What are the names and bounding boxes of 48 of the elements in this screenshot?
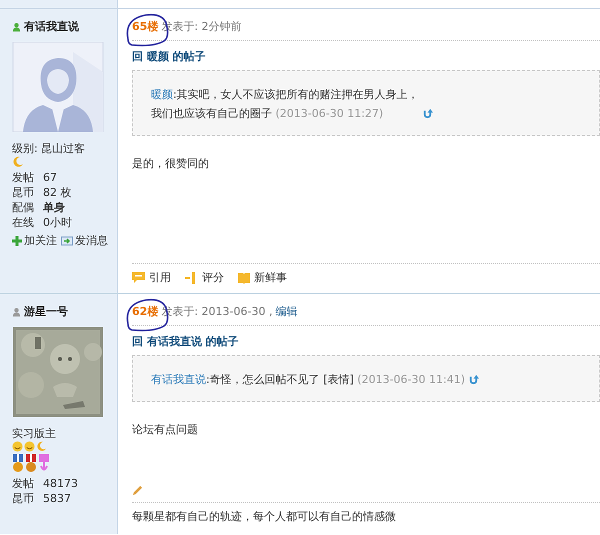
quote-author-link[interactable]: 暖颜 [151,88,173,101]
username[interactable]: 游星一号 [24,304,68,319]
moon-icon [12,156,24,168]
post-action[interactable]: 引用 [149,270,171,285]
medal-icon [25,454,37,474]
smiley-icon [24,441,35,452]
plus-one-icon [185,272,198,284]
post-action[interactable]: 评分 [202,270,224,285]
book-icon [238,272,250,284]
reply-title[interactable]: 回 暖颜 的帖子 [132,49,600,64]
smiley-icon [12,441,23,452]
plus-icon [12,236,22,246]
rank-label: 级别: 昆山过客 [12,142,86,156]
post-action[interactable]: 新鲜事 [254,270,287,285]
stat-label: 在线 [12,215,34,230]
signature: 每颗星都有自己的轨迹，每个人都可以有自己的情感微 [132,502,600,524]
arrow-icon[interactable] [468,374,480,385]
floor-number: 65楼 [132,19,158,34]
rank-label: 实习版主 [12,427,57,441]
stat-value: 单身 [43,200,65,215]
stat-value: 67 [43,170,57,185]
stat-label: 昆币 [12,185,34,200]
edit-link[interactable]: 编辑 [275,304,298,319]
floor-number: 62楼 [132,304,158,319]
stat-value: 48173 [43,476,78,491]
arrow-icon[interactable] [422,108,433,119]
post-body: 论坛有点问题 [132,422,199,437]
quote-text: 有话我直说:奇怪，怎么回帖不见了 [表情] (2013-06-30 11:41) [151,372,466,388]
avatar-silhouette[interactable] [12,42,104,132]
speech-bubble-icon [132,272,145,284]
stat-label: 昆币 [12,491,34,506]
reply-title[interactable]: 回 有话我直说 的帖子 [132,334,600,349]
quote-author-link[interactable]: 有话我直说 [151,373,206,386]
envelope-icon [61,236,73,246]
pencil-icon [132,485,143,496]
user-action-link[interactable]: 加关注 [24,233,57,248]
user-action-link[interactable]: 发消息 [75,233,108,248]
stat-label: 发帖 [12,170,34,185]
stat-value: 82 枚 [43,185,72,200]
quote-text: 暖颜:其实吧，女人不应该把所有的赌注押在男人身上， 我们也应该有自己的圈子 (2013-06-30 11:27) [151,87,419,122]
stat-label: 配偶 [12,200,34,215]
post-body: 是的，很赞同的 [132,156,210,171]
moon-icon [36,441,47,452]
stat-value: 5837 [43,491,71,506]
username[interactable]: 有话我直说 [24,19,79,34]
stat-label: 发帖 [12,476,34,491]
medal-icon [12,454,24,474]
stat-value: 0小时 [43,215,72,230]
